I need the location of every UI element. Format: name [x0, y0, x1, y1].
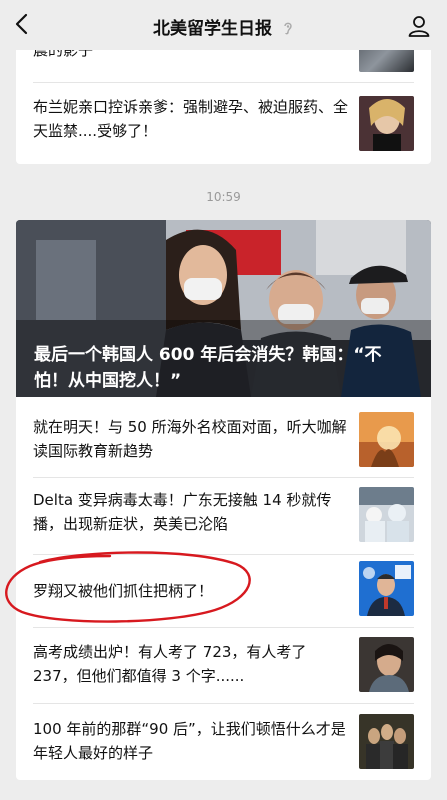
- article-thumbnail: [359, 561, 414, 616]
- article-item[interactable]: 高考成绩出炉！有人考了 723，有人考了 237，但他们都值得 3 个字....…: [16, 628, 431, 703]
- article-item[interactable]: 布兰妮亲口控诉亲爹：强制避孕、被迫服药、全天监禁....受够了！: [16, 83, 431, 164]
- title-wrap: 北美留学生日报: [0, 14, 447, 39]
- article-title: 罗翔又被他们抓住把柄了！: [33, 582, 214, 600]
- hero-title: 最后一个韩国人 600 年后会消失？韩国：“不怕！从中国挖人！”: [34, 345, 382, 391]
- article-item[interactable]: 罗翔又被他们抓住把柄了！: [16, 555, 431, 627]
- article-thumbnail: [359, 714, 414, 769]
- top-bar: 北美留学生日报: [0, 0, 447, 50]
- article-item[interactable]: 就在明天！与 50 所海外名校面对面，听大咖解读国际教育新趋势: [16, 397, 431, 477]
- hero-article[interactable]: 最后一个韩国人 600 年后会消失？韩国：“不怕！从中国挖人！”: [16, 220, 431, 397]
- profile-icon[interactable]: [407, 14, 431, 38]
- message-card: 最后一个韩国人 600 年后会消失？韩国：“不怕！从中国挖人！” 就在明天！与 …: [16, 220, 431, 780]
- account-title: 北美留学生日报: [153, 19, 273, 39]
- article-thumbnail: [359, 487, 414, 542]
- article-title: 100 年前的那群“90 后”，让我们顿悟什么才是年轻人最好的样子: [33, 720, 346, 762]
- message-timestamp: 10:59: [206, 190, 241, 204]
- article-title: Delta 变异病毒太毒！广东无接触 14 秒就传播，出现新症状，英美已沦陷: [33, 491, 332, 533]
- message-card-previous: 震的影子 布兰妮亲口控诉亲爹：强制避孕、被迫服药、全天监禁....受够了！: [16, 30, 431, 164]
- article-item[interactable]: Delta 变异病毒太毒！广东无接触 14 秒就传播，出现新症状，英美已沦陷: [16, 478, 431, 554]
- ear-mode-icon[interactable]: [282, 20, 294, 36]
- article-title: 就在明天！与 50 所海外名校面对面，听大咖解读国际教育新趋势: [33, 418, 347, 460]
- article-title: 高考成绩出炉！有人考了 723，有人考了 237，但他们都值得 3 个字....…: [33, 643, 307, 685]
- article-thumbnail: [359, 637, 414, 692]
- article-title: 布兰妮亲口控诉亲爹：强制避孕、被迫服药、全天监禁....受够了！: [33, 98, 349, 140]
- article-thumbnail: [359, 412, 414, 467]
- article-item[interactable]: 100 年前的那群“90 后”，让我们顿悟什么才是年轻人最好的样子: [16, 704, 431, 780]
- article-thumbnail: [359, 96, 414, 151]
